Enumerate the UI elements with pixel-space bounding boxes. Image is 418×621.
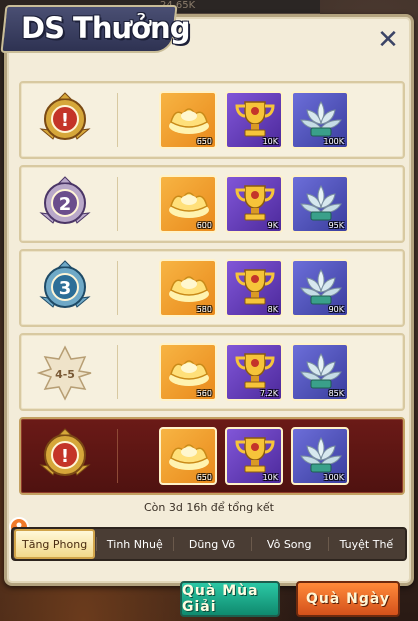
reward-item[interactable]: 90K xyxy=(291,259,349,317)
rank-badge: ! xyxy=(35,427,95,487)
reward-quantity: 95K xyxy=(328,221,344,230)
reward-item[interactable]: 9K xyxy=(225,175,283,233)
reward-item[interactable]: 650 xyxy=(159,427,217,485)
rank-4-5-badge-icon: 4-5 xyxy=(36,345,92,401)
reward-quantity: 8K xyxy=(267,305,278,314)
rank-badge: 3 xyxy=(35,259,95,319)
reward-row: 4-5 560 7.2K 85K xyxy=(19,333,405,411)
svg-text:!: ! xyxy=(61,446,69,467)
reward-row: 2 600 9K 95K xyxy=(19,165,405,243)
reward-row: ! 650 10K 100K xyxy=(19,81,405,159)
rank-badge: 4-5 xyxy=(35,343,95,403)
reward-quantity: 7.2K xyxy=(260,389,278,398)
rank-badge: ! xyxy=(35,91,95,151)
reward-rows: ! 650 10K 100K 2 600 9K 95K 3 580 8K 90K 4-5 560 7.2K 8… xyxy=(19,81,405,501)
tab-tuyệt-thế[interactable]: Tuyệt Thế xyxy=(327,529,405,559)
reward-items: 580 8K 90K xyxy=(159,259,349,317)
reward-item[interactable]: 100K xyxy=(291,91,349,149)
reward-quantity: 580 xyxy=(196,305,212,314)
reward-list-panel: DS Thưởng ✕ ! 650 10K 100K 2 600 9K 95K 3 580 8K 90… xyxy=(0,5,414,586)
row-divider xyxy=(117,345,118,399)
reward-quantity: 560 xyxy=(196,389,212,398)
close-button[interactable]: ✕ xyxy=(375,25,401,55)
row-divider xyxy=(117,261,118,315)
tab-vô-song[interactable]: Vô Song xyxy=(250,529,328,559)
daily-reward-button[interactable]: Quà Ngày xyxy=(296,581,400,617)
tab-tinh-nhuệ[interactable]: Tinh Nhuệ xyxy=(96,529,173,559)
reward-item[interactable]: 7.2K xyxy=(225,343,283,401)
current-rank-row: ! 650 10K 100K xyxy=(19,417,405,495)
svg-text:4-5: 4-5 xyxy=(55,368,75,381)
reward-quantity: 10K xyxy=(262,473,278,482)
panel-title: DS Thưởng xyxy=(21,11,190,45)
reward-item[interactable]: 10K xyxy=(225,91,283,149)
reward-row: 3 580 8K 90K xyxy=(19,249,405,327)
reward-items: 600 9K 95K xyxy=(159,175,349,233)
reward-item[interactable]: 95K xyxy=(291,175,349,233)
svg-text:2: 2 xyxy=(59,194,72,215)
rank-badge: 2 xyxy=(35,175,95,235)
reward-item[interactable]: 580 xyxy=(159,259,217,317)
row-divider xyxy=(117,177,118,231)
reward-items: 560 7.2K 85K xyxy=(159,343,349,401)
reward-item[interactable]: 10K xyxy=(225,427,283,485)
rank-3-bronze-medal-icon: 3 xyxy=(39,260,91,308)
row-divider xyxy=(117,93,118,147)
reward-items: 650 10K 100K xyxy=(159,91,349,149)
reward-item[interactable]: 560 xyxy=(159,343,217,401)
season-reward-button[interactable]: Quà Mùa Giải xyxy=(180,581,280,617)
reward-items: 650 10K 100K xyxy=(159,427,349,485)
reward-item[interactable]: 600 xyxy=(159,175,217,233)
tab-dũng-võ[interactable]: Dũng Võ xyxy=(173,529,250,559)
reward-item[interactable]: 8K xyxy=(225,259,283,317)
rank-2-silver-medal-icon: 2 xyxy=(39,176,91,224)
reward-quantity: 100K xyxy=(323,137,344,146)
reward-item[interactable]: 100K xyxy=(291,427,349,485)
rank-1-gold-medal-icon: ! xyxy=(39,92,91,140)
svg-text:!: ! xyxy=(61,110,69,131)
countdown-text: Còn 3d 16h để tổng kết xyxy=(143,501,274,514)
reward-quantity: 85K xyxy=(328,389,344,398)
reward-quantity: 9K xyxy=(267,221,278,230)
rank-1-gold-medal-icon: ! xyxy=(39,428,91,476)
reward-quantity: 100K xyxy=(323,473,344,482)
reward-quantity: 650 xyxy=(196,473,212,482)
tier-tabs: Tăng Phong Tinh Nhuệ Dũng Võ Vô Song Tuyệt T… xyxy=(11,527,407,561)
reward-quantity: 600 xyxy=(196,221,212,230)
tab-tăng-phong[interactable]: Tăng Phong xyxy=(14,529,96,559)
svg-text:3: 3 xyxy=(59,278,72,299)
reward-quantity: 10K xyxy=(262,137,278,146)
row-divider xyxy=(117,429,118,483)
reward-item[interactable]: 85K xyxy=(291,343,349,401)
reward-quantity: 90K xyxy=(328,305,344,314)
reward-quantity: 650 xyxy=(196,137,212,146)
reward-item[interactable]: 650 xyxy=(159,91,217,149)
